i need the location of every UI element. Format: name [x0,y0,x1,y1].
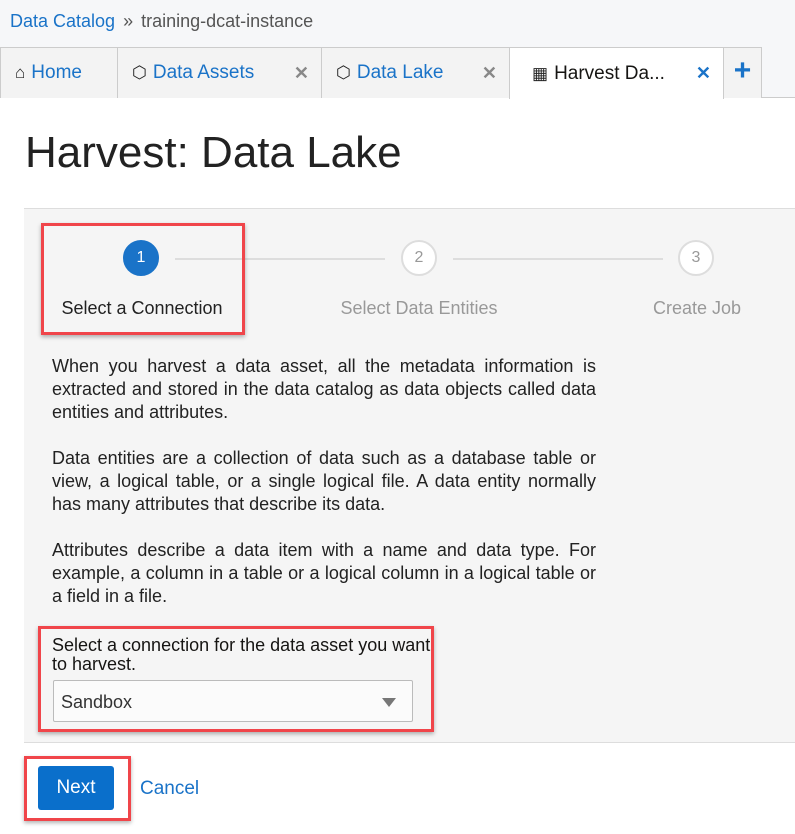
page-title: Harvest: Data Lake [25,128,402,177]
tab-label: Data Lake [356,62,444,83]
tab-data-assets[interactable]: ⬡ Data Assets ✕ [117,47,322,98]
connection-label: Select a connection for the data asset y… [52,635,431,674]
description-paragraph: When you harvest a data asset, all the m… [52,356,596,422]
breadcrumb-separator: » [123,11,134,31]
step-1: 1 [123,240,159,276]
tab-data-lake[interactable]: ⬡ Data Lake ✕ [321,47,510,98]
table-icon: ▦ [532,63,549,83]
close-icon[interactable]: ✕ [482,63,497,84]
description-paragraph: Attributes describe a data item with a n… [52,540,596,606]
tab-home[interactable]: ⌂ Home [0,47,118,98]
tab-harvest[interactable]: ▦ Harvest Da... ✕ [509,47,724,99]
tab-label: Data Assets [152,62,255,83]
step-connector [453,258,663,260]
tab-label: Harvest Da... [554,62,665,84]
cube-icon: ⬡ [132,63,147,82]
connection-select[interactable]: Sandbox [53,680,413,722]
close-icon[interactable]: ✕ [696,63,711,84]
next-button[interactable]: Next [38,766,114,810]
cancel-link[interactable]: Cancel [140,778,199,800]
breadcrumb-data-catalog[interactable]: Data Catalog [10,11,115,31]
cube-icon: ⬡ [336,63,351,82]
step-3-label: Create Job [652,298,742,318]
step-1-label: Select a Connection [61,298,223,318]
step-2-label: Select Data Entities [340,298,498,318]
home-icon: ⌂ [15,63,26,82]
breadcrumb-current: training-dcat-instance [141,11,314,31]
header: Data Catalog » training-dcat-instance ⌂ Hom… [0,0,795,99]
add-tab-button[interactable]: + [723,47,762,98]
breadcrumb: Data Catalog » training-dcat-instance [10,11,313,32]
description-paragraph: Data entities are a collection of data s… [52,448,596,514]
step-3: 3 [678,240,714,276]
tab-label: Home [31,62,82,83]
connection-value: Sandbox [61,692,133,712]
close-icon[interactable]: ✕ [294,63,309,84]
step-connector [175,258,385,260]
step-2: 2 [401,240,437,276]
chevron-down-icon [382,698,396,707]
